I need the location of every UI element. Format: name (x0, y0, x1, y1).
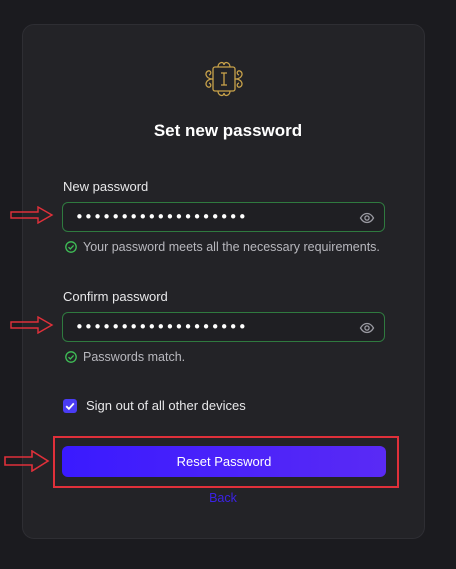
back-link[interactable]: Back (0, 491, 446, 505)
page-title: Set new password (153, 121, 303, 140)
page: Set new password New password ••••••••••… (0, 0, 456, 569)
reset-password-button[interactable]: Reset Password (62, 446, 386, 477)
confirm-password-hint-text: Passwords match. (83, 350, 186, 364)
new-password-hint-text: Your password meets all the necessary re… (83, 240, 380, 254)
annotation-arrow-icon (10, 206, 54, 224)
logo-icon (205, 61, 243, 97)
sign-out-option[interactable]: Sign out of all other devices (63, 398, 246, 413)
confirm-password-label: Confirm password (63, 289, 168, 304)
new-password-label: New password (63, 179, 149, 194)
new-password-hint: Your password meets all the necessary re… (65, 240, 380, 254)
sign-out-checkbox[interactable] (63, 398, 77, 413)
confirm-password-hint: Passwords match. (65, 350, 185, 364)
checkmark-icon (65, 402, 75, 410)
confirm-password-value: ••••••••••••••••••• (75, 318, 247, 336)
check-circle-icon (65, 351, 77, 363)
annotation-arrow-icon (4, 450, 50, 472)
new-password-value: ••••••••••••••••••• (75, 208, 247, 226)
eye-icon[interactable] (359, 210, 375, 226)
sign-out-label: Sign out of all other devices (86, 398, 246, 413)
new-password-field[interactable]: ••••••••••••••••••• (62, 202, 385, 232)
confirm-password-field[interactable]: ••••••••••••••••••• (62, 312, 385, 342)
eye-icon[interactable] (359, 320, 375, 336)
check-circle-icon (65, 241, 77, 253)
annotation-arrow-icon (10, 316, 54, 334)
